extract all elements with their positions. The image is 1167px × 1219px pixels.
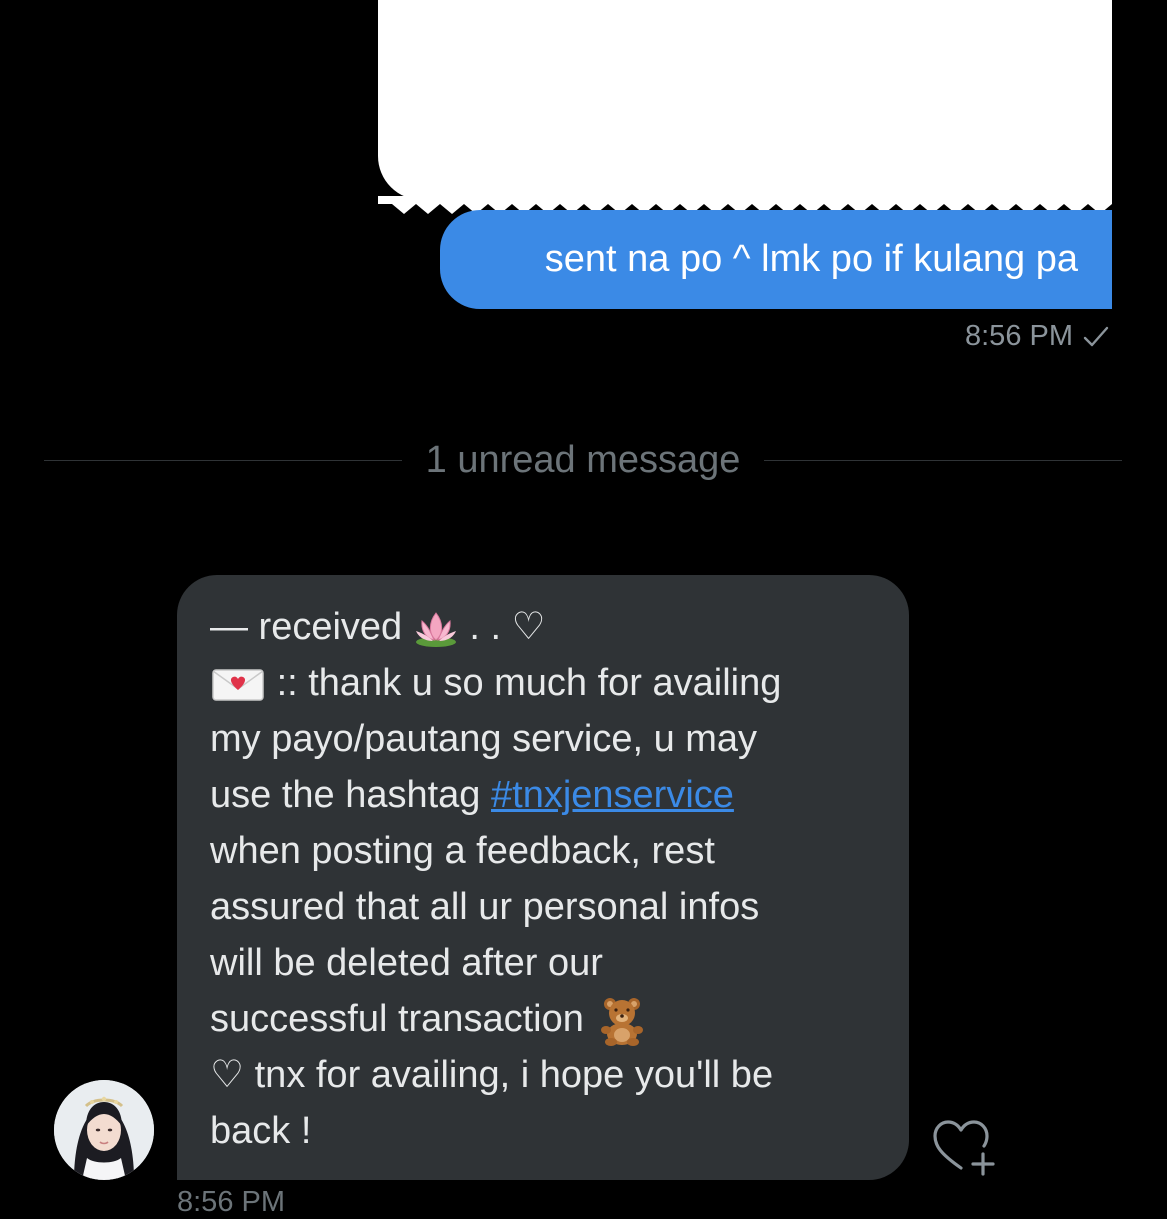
message-line: — received . . ♡: [210, 599, 883, 655]
message-line: successful transaction: [210, 991, 883, 1047]
message-text: — received: [210, 606, 403, 648]
lotus-emoji: [415, 612, 456, 647]
message-line: ♡ tnx for availing, i hope you'll be: [210, 1047, 883, 1103]
avatar-portrait: [54, 1080, 154, 1180]
unread-message-label: 1 unread message: [425, 438, 741, 481]
sent-message-text: sent na po ^ lmk po if kulang pa: [544, 238, 1078, 280]
message-line: will be deleted after our: [210, 935, 883, 991]
message-line: :: thank u so much for availing: [210, 655, 883, 711]
message-text: my payo/pautang service, u may: [210, 718, 758, 760]
message-line: when posting a feedback, rest: [210, 823, 883, 879]
message-text: ♡ tnx for availing, i hope you'll be: [210, 1054, 774, 1096]
message-text: will be deleted after our: [210, 942, 603, 984]
avatar[interactable]: [54, 1080, 154, 1180]
message-text: successful transaction: [210, 998, 584, 1040]
message-line: assured that all ur personal infos: [210, 879, 883, 935]
divider-line-left: [44, 459, 402, 461]
message-line: use the hashtag #tnxjenservice: [210, 767, 883, 823]
message-line: my payo/pautang service, u may: [210, 711, 883, 767]
love-letter-emoji: [212, 669, 264, 701]
teddy-bear-emoji: [601, 997, 644, 1046]
check-icon: [1083, 326, 1109, 346]
divider-line-right: [764, 459, 1123, 461]
message-text: back !: [210, 1110, 312, 1152]
sent-message-meta: 8:56 PM: [965, 320, 1109, 353]
message-text-suffix: . . ♡: [469, 606, 546, 648]
hashtag-link[interactable]: #tnxjenservice: [491, 774, 734, 816]
message-text: :: thank u so much for availing: [276, 662, 782, 704]
unread-divider: 1 unread message: [44, 432, 1123, 488]
received-message-time: 8:56 PM: [177, 1186, 285, 1218]
message-text: assured that all ur personal infos: [210, 886, 760, 928]
sent-message-time: 8:56 PM: [965, 320, 1073, 352]
heart-plus-icon[interactable]: [931, 1118, 995, 1176]
message-text: when posting a feedback, rest: [210, 830, 715, 872]
media-attachment[interactable]: [378, 0, 1112, 214]
message-text: use the hashtag: [210, 774, 491, 816]
message-line: back !: [210, 1103, 883, 1159]
received-message-bubble[interactable]: — received . . ♡ :: thank u so much for …: [177, 575, 909, 1180]
sent-message-bubble[interactable]: sent na po ^ lmk po if kulang pa: [440, 210, 1112, 309]
